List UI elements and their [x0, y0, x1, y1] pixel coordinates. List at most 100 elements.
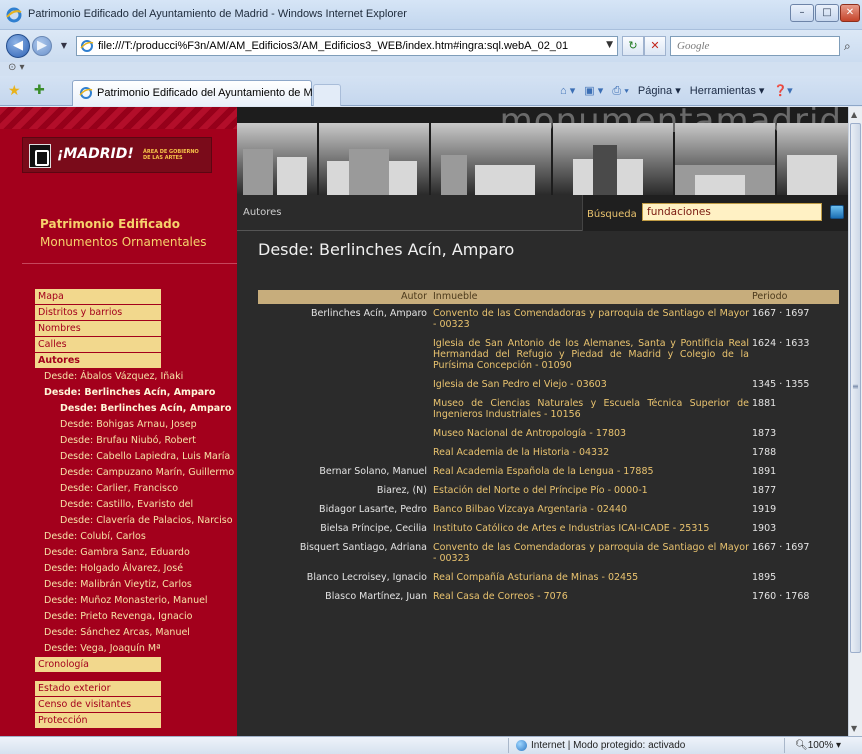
cell-inmueble-link[interactable]: Iglesia de San Antonio de los Alemanes, … [433, 338, 749, 371]
sidebar-menu-item[interactable]: Desde: Malibrán Vieytiz, Carlos [35, 577, 237, 593]
feeds-icon[interactable]: ▣ ▾ [584, 85, 603, 97]
address-url[interactable]: file:///T:/producci%F3n/AM/AM_Edificios3… [98, 40, 568, 52]
sidebar-menu-item[interactable]: Desde: Bohigas Arnau, Josep [35, 417, 237, 433]
cell-periodo: 1881 [752, 398, 777, 409]
cell-inmueble-link[interactable]: Real Academia de la Historia - 04332 [433, 447, 749, 458]
sidebar-menu-item[interactable]: Nombres [35, 321, 161, 337]
cell-periodo: 1891 [752, 466, 777, 477]
new-tab-button[interactable] [313, 84, 341, 106]
sidebar-menu-item[interactable]: Estado exterior [35, 681, 161, 697]
sidebar-menu-item[interactable]: Desde: Prieto Revenga, Ignacio [35, 609, 237, 625]
cell-periodo: 1873 [752, 428, 777, 439]
sidebar-menu-item[interactable]: Desde: Clavería de Palacios, Narciso [35, 513, 237, 529]
close-window-button[interactable]: ✕ [840, 4, 860, 22]
cell-inmueble-link[interactable]: Convento de las Comendadoras y parroquia… [433, 308, 749, 330]
cell-autor: Bernar Solano, Manuel [319, 466, 427, 477]
sidebar-menu-item[interactable]: Desde: Carlier, Francisco [35, 481, 237, 497]
sidebar-menu-item[interactable]: Mapa [35, 289, 161, 305]
site-search-input[interactable] [642, 203, 822, 221]
banner-photo-3 [431, 123, 551, 195]
sidebar-menu-item[interactable]: Cronología [35, 657, 161, 673]
sidebar-menu-item[interactable]: Desde: Berlinches Acín, Amparo [35, 401, 237, 417]
web-search-input[interactable]: Google [670, 36, 840, 56]
cell-inmueble-link[interactable]: Real Casa de Correos - 7076 [433, 591, 749, 602]
cell-inmueble-link[interactable]: Real Academia Española de la Lengua - 17… [433, 466, 749, 477]
cell-inmueble-link[interactable]: Instituto Católico de Artes e Industrias… [433, 523, 749, 534]
tab-title: Patrimonio Edificado del Ayuntamiento de… [97, 87, 338, 99]
sidebar-menu-item[interactable]: Desde: Vega, Joaquín Mª [35, 641, 237, 657]
vertical-scrollbar[interactable]: ▲ ≡ ▼ [848, 107, 862, 736]
cell-inmueble-link[interactable]: Museo Nacional de Antropología - 17803 [433, 428, 749, 439]
breadcrumb[interactable]: Autores [243, 207, 281, 218]
sidebar-menu-item[interactable]: Desde: Colubí, Carlos [35, 529, 237, 545]
banner-photo-6 [777, 123, 848, 195]
cell-inmueble-link[interactable]: Iglesia de San Pedro el Viejo - 03603 [433, 379, 749, 390]
table-row: Bidagor Lasarte, Pedro Banco Bilbao Vizca… [258, 504, 839, 523]
sidebar-menu-item[interactable]: Desde: Muñoz Monasterio, Manuel [35, 593, 237, 609]
maximize-button[interactable]: □ [815, 4, 839, 22]
cell-periodo: 1895 [752, 572, 777, 583]
help-icon[interactable]: ❓▾ [773, 85, 792, 97]
address-bar[interactable]: file:///T:/producci%F3n/AM/AM_Edificios3… [76, 36, 618, 56]
history-dropdown-icon[interactable]: ▼ [58, 40, 70, 52]
sidebar-menu-item[interactable]: Desde: Castillo, Evaristo del [35, 497, 237, 513]
sidebar: ¡MADRID! ÁREA DE GOBIERNO DE LAS ARTES P… [0, 107, 237, 736]
sidebar-menu-item[interactable]: Autores [35, 353, 161, 369]
stop-icon[interactable]: ✕ [644, 36, 666, 56]
sidebar-menu-item[interactable]: Desde: Berlinches Acín, Amparo [35, 385, 237, 401]
add-favorite-icon[interactable]: ✚ [34, 83, 45, 98]
sidebar-menu-item[interactable]: Desde: Ábalos Vázquez, Iñaki [35, 369, 237, 385]
scroll-up-icon[interactable]: ▲ [851, 110, 857, 119]
table-row: Bielsa Príncipe, Cecilia Instituto Católi… [258, 523, 839, 542]
cell-inmueble-link[interactable]: Real Compañía Asturiana de Minas - 02455 [433, 572, 749, 583]
cell-periodo: 1667 · 1697 [752, 542, 810, 553]
scroll-down-icon[interactable]: ▼ [851, 724, 857, 733]
header-banner: monumentamadrid [237, 107, 848, 195]
cell-inmueble-link[interactable]: Convento de las Comendadoras y parroquia… [433, 542, 749, 564]
print-icon[interactable]: ⎙ ▾ [612, 85, 628, 97]
search-go-icon[interactable] [830, 205, 844, 219]
address-row: ◀ ▶ ▼ file:///T:/producci%F3n/AM/AM_Edif… [0, 30, 862, 62]
back-button[interactable]: ◀ [6, 34, 30, 58]
ie-logo-icon [6, 7, 22, 23]
sidebar-menu-item[interactable]: Desde: Holgado Álvarez, José [35, 561, 237, 577]
section-title[interactable]: Patrimonio Edificado [40, 217, 180, 231]
cell-inmueble-link[interactable]: Banco Bilbao Vizcaya Argentaria - 02440 [433, 504, 749, 515]
tools-menu[interactable]: Herramientas ▾ [690, 85, 765, 97]
sidebar-menu-item[interactable]: Desde: Gambra Sanz, Eduardo [35, 545, 237, 561]
status-bar: Internet | Modo protegido: activado 🔍︎10… [0, 736, 862, 754]
tab-patrimonio[interactable]: Patrimonio Edificado del Ayuntamiento de… [72, 80, 337, 106]
cell-periodo: 1919 [752, 504, 777, 515]
forward-button[interactable]: ▶ [32, 36, 52, 56]
sidebar-menu-item[interactable]: Distritos y barrios [35, 305, 161, 321]
sidebar-menu-item[interactable]: Censo de visitantes [35, 697, 161, 713]
madrid-logo[interactable]: ¡MADRID! ÁREA DE GOBIERNO DE LAS ARTES [22, 137, 212, 173]
cell-autor: Biarez, (N) [376, 485, 427, 496]
page-menu[interactable]: Página ▾ [638, 85, 681, 97]
page-icon [80, 40, 94, 52]
sub-bar: Autores Búsqueda [237, 195, 848, 231]
sidebar-menu-item[interactable]: Calles [35, 337, 161, 353]
cell-autor: Berlinches Acín, Amparo [311, 308, 427, 319]
zoom-level[interactable]: 🔍︎100% ▾ [795, 740, 841, 751]
minimize-button[interactable]: – [790, 4, 814, 22]
cell-inmueble-link[interactable]: Museo de Ciencias Naturales y Escuela Té… [433, 398, 749, 420]
cell-inmueble-link[interactable]: Estación del Norte o del Príncipe Pío - … [433, 485, 749, 496]
refresh-icon[interactable]: ↻ [622, 36, 644, 56]
sidebar-menu-item[interactable]: Desde: Brufau Niubó, Robert [35, 433, 237, 449]
banner-photo-1 [237, 123, 317, 195]
sidebar-divider [22, 263, 237, 264]
page-title: Desde: Berlinches Acín, Amparo [258, 240, 515, 259]
menu-gap [35, 673, 237, 681]
links-icon[interactable]: ⊙ ▾ [8, 62, 25, 73]
sidebar-menu-item[interactable]: Desde: Cabello Lapiedra, Luis María [35, 449, 237, 465]
sidebar-menu-item[interactable]: Desde: Campuzano Marín, Guillermo [35, 465, 237, 481]
banner-photo-4 [553, 123, 673, 195]
favorites-star-icon[interactable]: ★ [8, 83, 21, 99]
search-icon[interactable]: ⌕ [844, 39, 851, 54]
address-dropdown-icon[interactable]: ▼ [606, 40, 613, 50]
sidebar-menu-item[interactable]: Desde: Sánchez Arcas, Manuel [35, 625, 237, 641]
sidebar-menu-item[interactable]: Protección [35, 713, 161, 729]
home-icon[interactable]: ⌂ ▾ [560, 85, 575, 97]
section-subtitle[interactable]: Monumentos Ornamentales [40, 235, 207, 249]
